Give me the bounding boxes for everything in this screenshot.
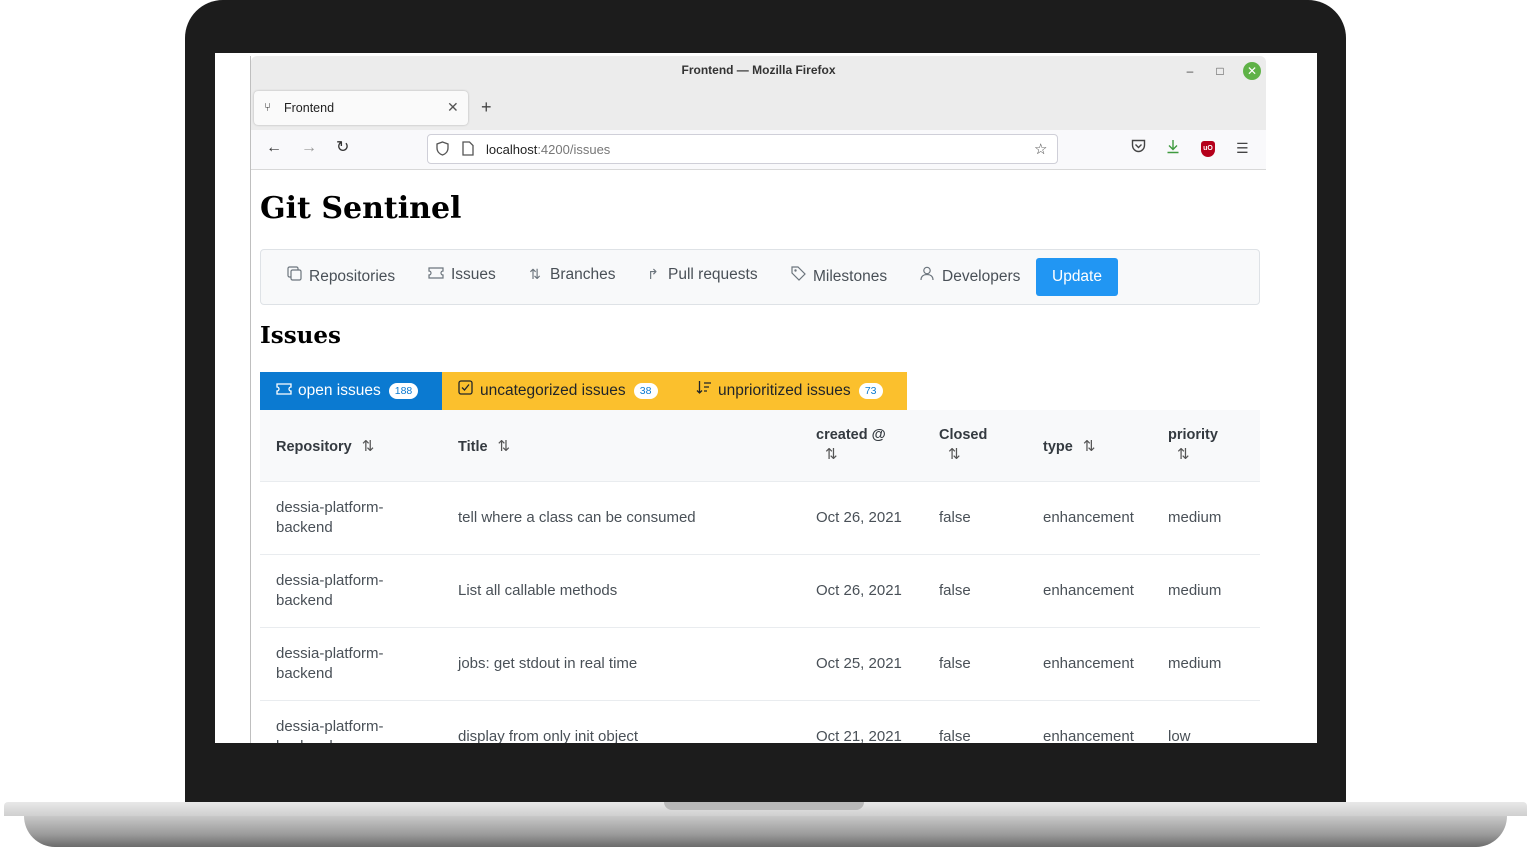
cell-created: Oct 26, 2021	[816, 582, 902, 599]
minimize-button[interactable]: –	[1181, 62, 1199, 80]
tab-unprioritized-issues[interactable]: unprioritized issues 73	[680, 372, 907, 410]
column-header-created[interactable]: created @ ⇅	[816, 427, 886, 463]
column-header-priority[interactable]: priority ⇅	[1168, 427, 1218, 463]
cell-repository: dessia-platform-backend	[276, 718, 384, 743]
tag-icon	[789, 266, 807, 284]
cell-title: List all callable methods	[458, 582, 618, 599]
browser-tab-label: Frontend	[284, 101, 335, 115]
table-row[interactable]: dessia-platform-backend List all callabl…	[260, 555, 1260, 628]
cell-created: Oct 25, 2021	[816, 655, 902, 672]
window-titlebar: Frontend — Mozilla Firefox – □ ✕	[251, 56, 1266, 88]
column-header-closed[interactable]: Closed ⇅	[939, 427, 987, 463]
cell-type: enhancement	[1043, 655, 1134, 672]
navigation-toolbar: ← → ↻ localhost:4200/issues ☆ uO ☰	[251, 130, 1266, 170]
ticket-icon	[275, 372, 292, 410]
cell-closed: false	[939, 728, 971, 743]
cell-title: tell where a class can be consumed	[458, 509, 696, 526]
window-title: Frontend — Mozilla Firefox	[681, 63, 836, 77]
menu-item-developers[interactable]: Developers	[918, 266, 1020, 286]
sort-amount-icon	[695, 372, 712, 410]
ticket-icon	[427, 266, 445, 282]
sort-icon[interactable]: ⇅	[948, 445, 987, 463]
cell-type: enhancement	[1043, 509, 1134, 526]
app-title: Git Sentinel	[260, 191, 462, 226]
browser-tab[interactable]: ⑂ Frontend ✕	[254, 91, 468, 125]
column-header-title[interactable]: Title ⇅	[458, 437, 510, 455]
open-issues-count-badge: 188	[388, 383, 419, 399]
page-content: Git Sentinel Repositories Issues ⇅ Branch…	[251, 170, 1266, 743]
new-tab-button[interactable]: +	[481, 98, 492, 116]
repositories-icon	[285, 266, 303, 284]
uncategorized-count-badge: 38	[633, 383, 658, 399]
shield-icon[interactable]	[436, 141, 449, 159]
user-icon	[918, 266, 936, 284]
cell-closed: false	[939, 509, 971, 526]
cell-repository: dessia-platform-backend	[276, 572, 384, 609]
menu-item-issues[interactable]: Issues	[427, 266, 496, 284]
cell-repository: dessia-platform-backend	[276, 499, 384, 536]
table-header: Repository ⇅ Title ⇅ created @ ⇅ Closed ⇅ ty…	[260, 410, 1260, 482]
tab-strip: ⑂ Frontend ✕ +	[251, 88, 1266, 130]
sort-icon[interactable]: ⇅	[1083, 437, 1096, 455]
cell-title: display from only init object	[458, 728, 639, 743]
share-arrow-icon: ↱	[647, 266, 659, 282]
laptop-screen: Frontend — Mozilla Firefox – □ ✕ ⑂ Front…	[215, 53, 1317, 743]
tab-open-issues[interactable]: open issues 188	[260, 372, 442, 410]
download-icon[interactable]	[1166, 139, 1180, 158]
cell-type: enhancement	[1043, 728, 1134, 743]
sort-icon[interactable]: ⇅	[825, 445, 886, 463]
issues-heading: Issues	[260, 322, 341, 349]
tab-close-icon[interactable]: ✕	[447, 99, 459, 116]
cell-priority: medium	[1168, 582, 1222, 599]
reload-button[interactable]: ↻	[336, 138, 349, 158]
cell-closed: false	[939, 655, 971, 672]
cell-created: Oct 26, 2021	[816, 509, 902, 526]
table-row[interactable]: dessia-platform-backend display from onl…	[260, 701, 1260, 743]
page-icon[interactable]	[462, 141, 474, 159]
main-menubar: Repositories Issues ⇅ Branches ↱ Pull requ…	[260, 249, 1260, 305]
update-button[interactable]: Update	[1036, 258, 1118, 296]
sort-icon[interactable]: ⇅	[1177, 445, 1218, 463]
column-header-repository[interactable]: Repository ⇅	[276, 437, 374, 455]
browser-window: Frontend — Mozilla Firefox – □ ✕ ⑂ Front…	[250, 56, 1266, 743]
git-branch-icon: ⑂	[264, 100, 272, 114]
ublock-origin-icon[interactable]: uO	[1201, 141, 1215, 157]
sort-icon[interactable]: ⇅	[362, 437, 375, 455]
table-row[interactable]: dessia-platform-backend tell where a cla…	[260, 482, 1260, 555]
laptop-base	[4, 802, 1527, 847]
menu-item-pull-requests[interactable]: ↱ Pull requests	[644, 266, 757, 284]
sort-arrows-icon: ⇅	[529, 266, 541, 282]
url-text[interactable]: localhost:4200/issues	[486, 142, 610, 157]
bookmark-star-icon[interactable]: ☆	[1034, 140, 1047, 158]
menu-item-repositories[interactable]: Repositories	[285, 266, 395, 286]
pocket-icon[interactable]	[1131, 139, 1146, 157]
column-header-type[interactable]: type ⇅	[1043, 437, 1095, 455]
cell-repository: dessia-platform-backend	[276, 645, 384, 682]
cell-priority: low	[1168, 728, 1191, 743]
back-button[interactable]: ←	[266, 138, 282, 158]
cell-created: Oct 21, 2021	[816, 728, 902, 743]
table-row[interactable]: dessia-platform-backend jobs: get stdout…	[260, 628, 1260, 701]
cell-priority: medium	[1168, 509, 1222, 526]
maximize-button[interactable]: □	[1211, 62, 1229, 80]
tab-uncategorized-issues[interactable]: uncategorized issues 38	[442, 372, 680, 410]
cell-type: enhancement	[1043, 582, 1134, 599]
url-bar[interactable]: localhost:4200/issues ☆	[427, 134, 1058, 164]
menu-item-branches[interactable]: ⇅ Branches	[526, 266, 615, 284]
cell-title: jobs: get stdout in real time	[458, 655, 638, 672]
forward-button[interactable]: →	[301, 138, 317, 158]
hamburger-menu-icon[interactable]: ☰	[1236, 139, 1249, 157]
unprioritized-count-badge: 73	[858, 383, 883, 399]
sort-icon[interactable]: ⇅	[498, 437, 511, 455]
menu-item-milestones[interactable]: Milestones	[789, 266, 887, 286]
cell-priority: medium	[1168, 655, 1222, 672]
cell-closed: false	[939, 582, 971, 599]
close-window-button[interactable]: ✕	[1243, 62, 1261, 80]
check-square-icon	[457, 372, 474, 410]
